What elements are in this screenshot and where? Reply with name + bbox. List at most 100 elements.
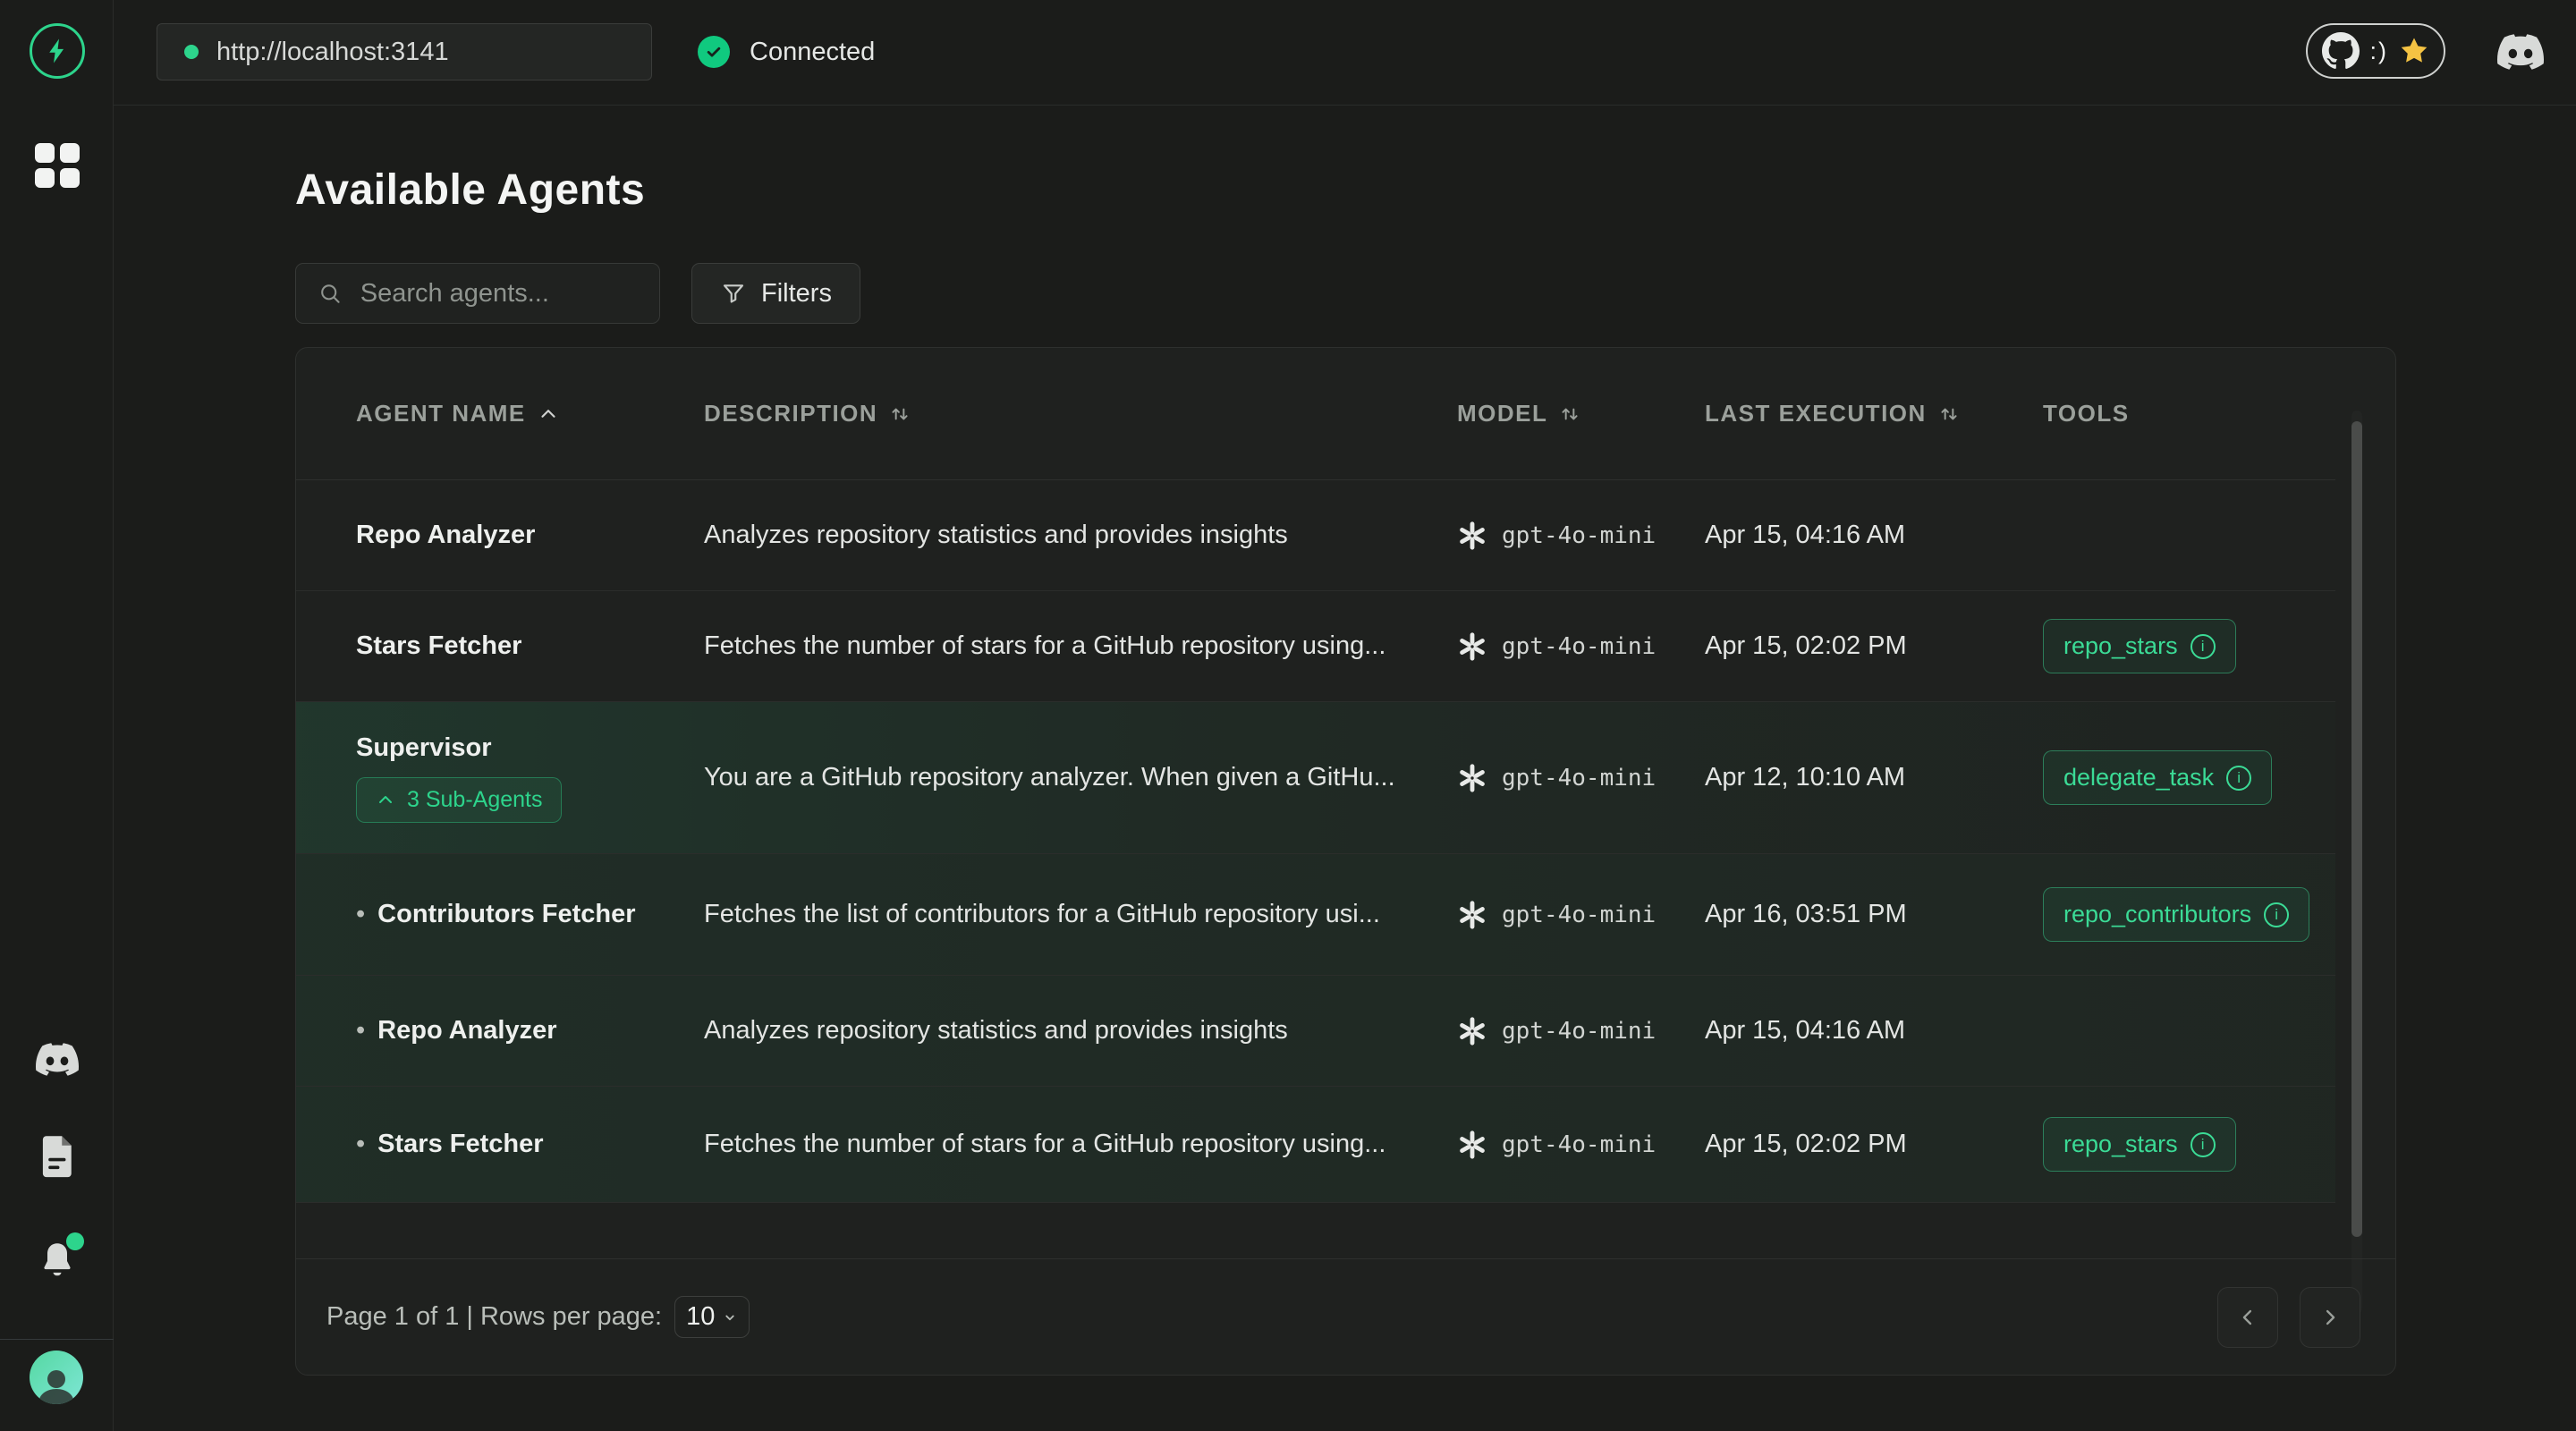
table-row-subagent[interactable]: • Repo Analyzer Analyzes repository stati…: [296, 976, 2335, 1087]
openai-icon: [1457, 1016, 1487, 1046]
sidebar-notifications-icon[interactable]: [0, 1240, 114, 1283]
agent-name: Repo Analyzer: [377, 1016, 556, 1046]
table-row[interactable]: Repo Analyzer Analyzes repository statis…: [296, 480, 2335, 591]
tool-badge[interactable]: repo_contributors i: [2043, 887, 2309, 942]
rows-per-page-value: 10: [686, 1302, 715, 1332]
last-execution: Apr 12, 10:10 AM: [1705, 763, 2043, 792]
tool-name: repo_contributors: [2063, 901, 2251, 928]
last-execution: Apr 15, 02:02 PM: [1705, 631, 2043, 661]
last-execution: Apr 15, 02:02 PM: [1705, 1130, 2043, 1159]
table-row-subagent[interactable]: • Contributors Fetcher Fetches the list o…: [296, 854, 2335, 976]
model-name: gpt-4o-mini: [1502, 902, 1656, 928]
table-scrollbar-thumb[interactable]: [2351, 421, 2362, 1237]
agent-description: You are a GitHub repository analyzer. Wh…: [704, 763, 1457, 792]
last-execution: Apr 15, 04:16 AM: [1705, 521, 2043, 550]
agents-table-card: AGENT NAME DESCRIPTION MODEL LAST EXECUT…: [295, 347, 2396, 1376]
subagents-label: 3 Sub-Agents: [407, 787, 543, 813]
info-icon[interactable]: i: [2190, 1132, 2216, 1157]
info-icon[interactable]: i: [2226, 766, 2251, 791]
pagination-summary: Page 1 of 1 | Rows per page:: [326, 1302, 662, 1332]
chevron-up-icon: [375, 789, 396, 810]
top-bar: http://localhost:3141 Connected :): [114, 0, 2576, 106]
column-last-execution[interactable]: LAST EXECUTION: [1705, 400, 2043, 428]
tool-name: repo_stars: [2063, 1130, 2178, 1158]
server-url-field[interactable]: http://localhost:3141: [157, 23, 652, 80]
subagents-toggle[interactable]: 3 Sub-Agents: [356, 777, 562, 823]
model-name: gpt-4o-mini: [1502, 1018, 1656, 1045]
sidebar-discord-icon[interactable]: [0, 1043, 114, 1076]
model-name: gpt-4o-mini: [1502, 765, 1656, 792]
agent-name: Stars Fetcher: [296, 631, 704, 661]
next-page-button[interactable]: [2300, 1287, 2360, 1348]
model-name: gpt-4o-mini: [1502, 1131, 1656, 1158]
connected-check-icon: [698, 36, 730, 68]
sort-both-icon: [1558, 402, 1581, 426]
tool-badge[interactable]: repo_stars i: [2043, 619, 2236, 673]
page-title: Available Agents: [295, 165, 645, 215]
model-name: gpt-4o-mini: [1502, 633, 1656, 660]
table-scrollbar-track: [2351, 411, 2362, 1314]
info-icon[interactable]: i: [2264, 902, 2289, 927]
column-tools: TOOLS: [2043, 400, 2335, 428]
tool-badge[interactable]: delegate_task i: [2043, 750, 2272, 805]
agent-name: Supervisor: [356, 733, 492, 763]
openai-icon: [1457, 521, 1487, 551]
sort-both-icon: [1937, 402, 1961, 426]
chevron-left-icon: [2235, 1305, 2260, 1330]
topbar-discord-icon[interactable]: [2497, 34, 2544, 70]
dashboard-grid-icon[interactable]: [35, 143, 80, 188]
openai-icon: [1457, 631, 1487, 662]
chevron-down-icon: [722, 1309, 738, 1325]
star-icon: [2399, 36, 2429, 66]
search-agents-box: [295, 263, 660, 324]
agent-name: Contributors Fetcher: [377, 900, 635, 929]
filters-button[interactable]: Filters: [691, 263, 860, 324]
github-star-button[interactable]: :): [2306, 23, 2446, 79]
agent-description: Fetches the list of contributors for a G…: [704, 900, 1457, 929]
sidebar-divider: [0, 1339, 114, 1340]
notification-badge: [66, 1232, 84, 1250]
agent-description: Analyzes repository statistics and provi…: [704, 1016, 1457, 1046]
table-row[interactable]: Stars Fetcher Fetches the number of star…: [296, 591, 2335, 702]
table-header-row: AGENT NAME DESCRIPTION MODEL LAST EXECUT…: [296, 348, 2335, 480]
table-row-supervisor[interactable]: Supervisor 3 Sub-Agents You are a GitHub…: [296, 702, 2335, 854]
agent-description: Fetches the number of stars for a GitHub…: [704, 1130, 1457, 1159]
github-smiley-label: :): [2370, 38, 2389, 65]
sort-asc-icon: [537, 402, 560, 426]
column-description[interactable]: DESCRIPTION: [704, 400, 1457, 428]
openai-icon: [1457, 1130, 1487, 1160]
openai-icon: [1457, 763, 1487, 793]
filters-label: Filters: [761, 279, 832, 309]
subagent-bullet: •: [356, 900, 365, 929]
tool-name: delegate_task: [2063, 764, 2214, 792]
connection-status-label: Connected: [750, 38, 875, 67]
column-agent-name[interactable]: AGENT NAME: [296, 400, 704, 428]
last-execution: Apr 16, 03:51 PM: [1705, 900, 2043, 929]
agent-name: Repo Analyzer: [296, 521, 704, 550]
user-avatar[interactable]: [30, 1351, 83, 1404]
table-row-subagent[interactable]: • Stars Fetcher Fetches the number of sta…: [296, 1087, 2335, 1203]
column-model[interactable]: MODEL: [1457, 400, 1705, 428]
search-input[interactable]: [360, 279, 638, 309]
server-url: http://localhost:3141: [216, 38, 449, 67]
main-content: Available Agents Filters AGENT NAME DESC…: [114, 106, 2576, 1431]
openai-icon: [1457, 900, 1487, 930]
info-icon[interactable]: i: [2190, 634, 2216, 659]
tool-badge[interactable]: repo_stars i: [2043, 1117, 2236, 1172]
app-logo[interactable]: [30, 23, 85, 79]
agent-name: Stars Fetcher: [377, 1130, 543, 1159]
previous-page-button[interactable]: [2217, 1287, 2278, 1348]
subagent-bullet: •: [356, 1130, 365, 1159]
chevron-right-icon: [2318, 1305, 2343, 1330]
sidebar-logs-icon[interactable]: [0, 1134, 114, 1179]
rows-per-page-select[interactable]: 10: [674, 1296, 750, 1338]
last-execution: Apr 15, 04:16 AM: [1705, 1016, 2043, 1046]
github-icon: [2322, 32, 2360, 70]
connection-status: Connected: [698, 23, 875, 80]
agent-description: Analyzes repository statistics and provi…: [704, 521, 1457, 550]
sort-both-icon: [888, 402, 911, 426]
filter-funnel-icon: [720, 280, 747, 307]
subagent-bullet: •: [356, 1016, 365, 1046]
search-icon: [318, 279, 343, 308]
model-name: gpt-4o-mini: [1502, 522, 1656, 549]
